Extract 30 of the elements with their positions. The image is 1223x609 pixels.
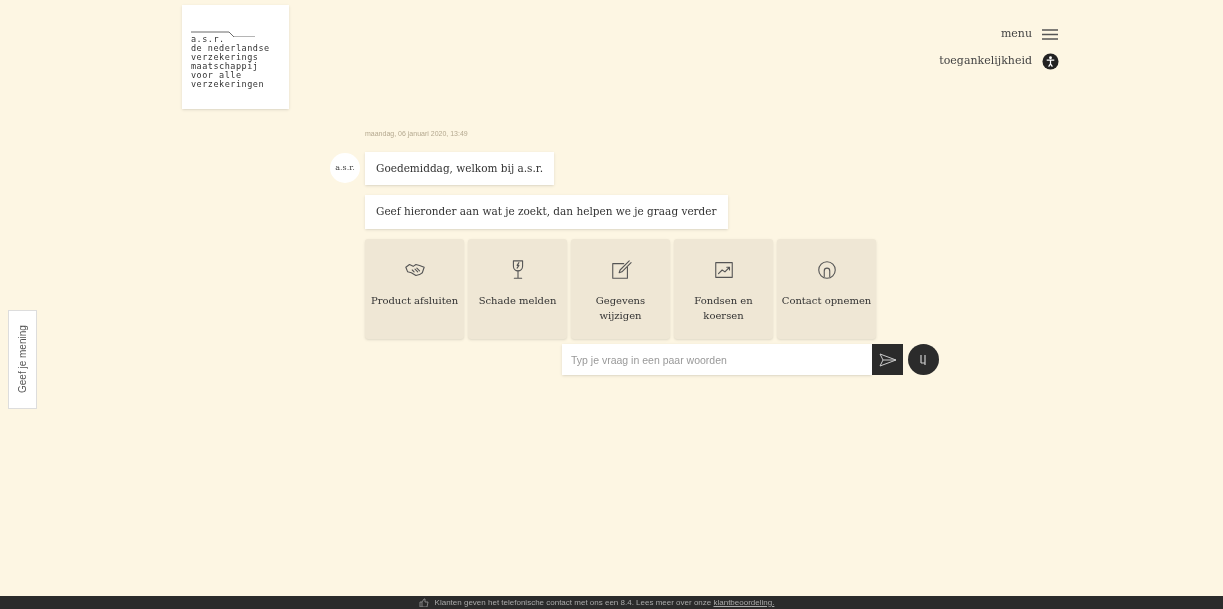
send-button[interactable]: [872, 344, 903, 375]
logo-text: maatschappij: [191, 62, 260, 71]
chat-message: Geef hieronder aan wat je zoekt, dan helpen we je graag verder: [365, 195, 728, 229]
menu-button[interactable]: menu: [1000, 26, 1058, 43]
accessibility-button[interactable]: toegankelijkheid: [939, 52, 1059, 70]
send-icon: [878, 352, 897, 367]
bot-button[interactable]: [908, 344, 939, 375]
logo-text: verzekerings: [191, 53, 260, 62]
option-card[interactable]: Product afsluiten: [365, 239, 464, 339]
logo-text: voor alle: [191, 71, 243, 80]
person-icon: [815, 259, 838, 281]
bot-avatar: a.s.r.: [330, 153, 360, 184]
edit-icon: [609, 259, 632, 281]
option-card[interactable]: Schade melden: [468, 239, 567, 339]
menu-icon: [1042, 28, 1058, 40]
rating-link[interactable]: klantbeoordeling.: [713, 597, 775, 607]
footer-text: Klanten geven het telefonische contact met ons een 8.4. Lees meer over onze klantbeoordeling.: [434, 597, 775, 608]
option-card[interactable]: Contact opnemen: [777, 239, 876, 339]
logo[interactable]: a.s.r. de nederlandse verzekerings maatschappij voor alle verzekeringen: [182, 5, 289, 109]
accessibility-icon: [1042, 52, 1059, 70]
feedback-tab[interactable]: Geef je mening: [8, 310, 37, 409]
option-card[interactable]: Fondsen en koersen: [674, 239, 773, 339]
logo-text: a.s.r.: [191, 35, 226, 44]
option-card[interactable]: Gegevens wijzigen: [571, 239, 670, 339]
chart-icon: [712, 259, 735, 281]
chat-message: Goedemiddag, welkom bij a.s.r.: [365, 151, 554, 186]
logo-text: verzekeringen: [191, 80, 266, 89]
question-field[interactable]: Typ je vraag in een paar woorden: [562, 344, 872, 375]
logo-text: de nederlandse: [191, 44, 271, 53]
thumbs-up-icon: [418, 598, 429, 607]
